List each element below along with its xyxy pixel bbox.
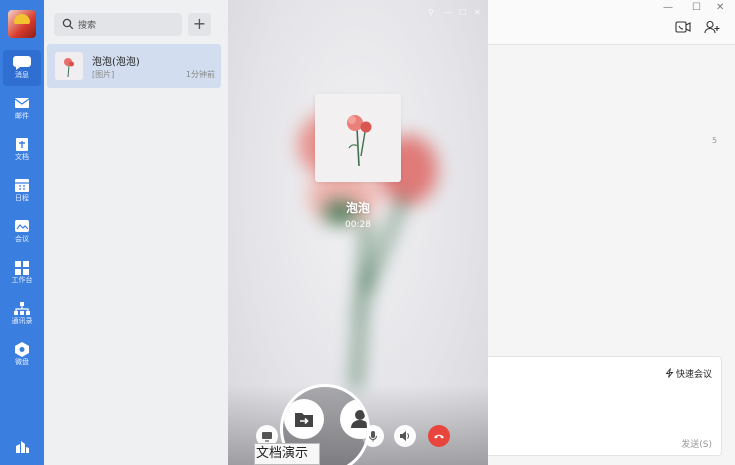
nav-item-meeting[interactable]: 会议 — [3, 214, 41, 250]
lightning-icon — [665, 368, 674, 378]
callee-name: 泡泡 — [345, 201, 370, 215]
conversation-name: 泡泡(泡泡) — [92, 57, 140, 68]
conversation-time: 1分钟前 — [185, 70, 215, 79]
search-icon — [62, 18, 74, 30]
close-icon[interactable]: ✕ — [716, 2, 724, 13]
maximize-icon[interactable]: ☐ — [692, 2, 701, 13]
add-button[interactable]: + — [188, 13, 211, 36]
avatar[interactable] — [8, 10, 36, 38]
rose-image-icon — [347, 115, 372, 167]
call-duration: 00:28 — [345, 220, 371, 230]
doc-presentation-button[interactable] — [284, 399, 324, 439]
search-placeholder: 搜索 — [78, 21, 97, 31]
nav-item-contacts[interactable]: 通讯录 — [3, 296, 41, 332]
nav-item-docs[interactable]: 文档 — [3, 132, 41, 168]
callee-avatar — [315, 94, 401, 182]
nav-item-mail[interactable]: 邮件 — [3, 91, 41, 127]
nav-item-drive[interactable]: 微盘 — [3, 337, 41, 373]
drive-icon — [15, 342, 29, 357]
message-fragment: 5 — [712, 136, 718, 145]
meeting-icon — [15, 220, 29, 232]
nav-item-workbench[interactable]: 工作台 — [3, 255, 41, 291]
minimize-icon[interactable]: — — [663, 2, 673, 13]
send-button[interactable]: 发送(S) — [681, 437, 712, 450]
conversation-avatar — [55, 52, 83, 80]
header-divider — [488, 44, 735, 45]
search-input[interactable]: 搜索 — [54, 13, 182, 36]
call-window: ⚲ — ☐ ✕ 泡泡 00:28 文档演示 — [228, 0, 488, 465]
message-composer[interactable]: 快速会议 发送(S) — [478, 356, 722, 456]
speaker-button[interactable] — [394, 425, 416, 447]
video-call-icon[interactable] — [675, 20, 691, 34]
hang-up-button[interactable] — [428, 425, 450, 447]
org-chart-icon — [14, 302, 30, 315]
folder-share-icon — [295, 413, 313, 427]
rose-thumbnail-icon — [64, 58, 74, 78]
call-maximize-icon[interactable]: ☐ — [459, 8, 466, 17]
quick-meeting-button[interactable]: 快速会议 — [665, 367, 712, 380]
mail-icon — [14, 98, 30, 108]
more-apps-icon[interactable] — [14, 438, 30, 454]
conversation-list: 搜索 + 泡泡(泡泡) [图片] 1分钟前 — [44, 0, 228, 465]
nav-rail: 消息 邮件 文档 日程 会议 工作台 通讯录 微盘 — [0, 0, 44, 465]
calendar-icon — [15, 179, 29, 192]
hang-up-icon — [434, 434, 444, 439]
speaker-icon — [400, 431, 410, 441]
contact-button[interactable] — [340, 399, 367, 439]
conversation-item[interactable]: 泡泡(泡泡) [图片] 1分钟前 — [47, 44, 221, 88]
call-close-icon[interactable]: ✕ — [474, 8, 481, 17]
nav-item-calendar[interactable]: 日程 — [3, 173, 41, 209]
document-icon — [16, 138, 28, 151]
add-member-icon[interactable] — [704, 20, 720, 34]
doc-presentation-tooltip: 文档演示 — [254, 443, 320, 465]
conversation-preview: [图片] — [92, 70, 115, 79]
person-icon — [351, 410, 367, 428]
pin-icon[interactable]: ⚲ — [428, 8, 434, 17]
call-minimize-icon[interactable]: — — [444, 8, 452, 17]
chat-bubble-icon — [13, 56, 31, 70]
grid-icon — [15, 261, 29, 275]
screen-share-icon — [262, 432, 272, 442]
nav-item-message[interactable]: 消息 — [3, 50, 41, 86]
chat-header: — ☐ ✕ — [488, 0, 735, 44]
